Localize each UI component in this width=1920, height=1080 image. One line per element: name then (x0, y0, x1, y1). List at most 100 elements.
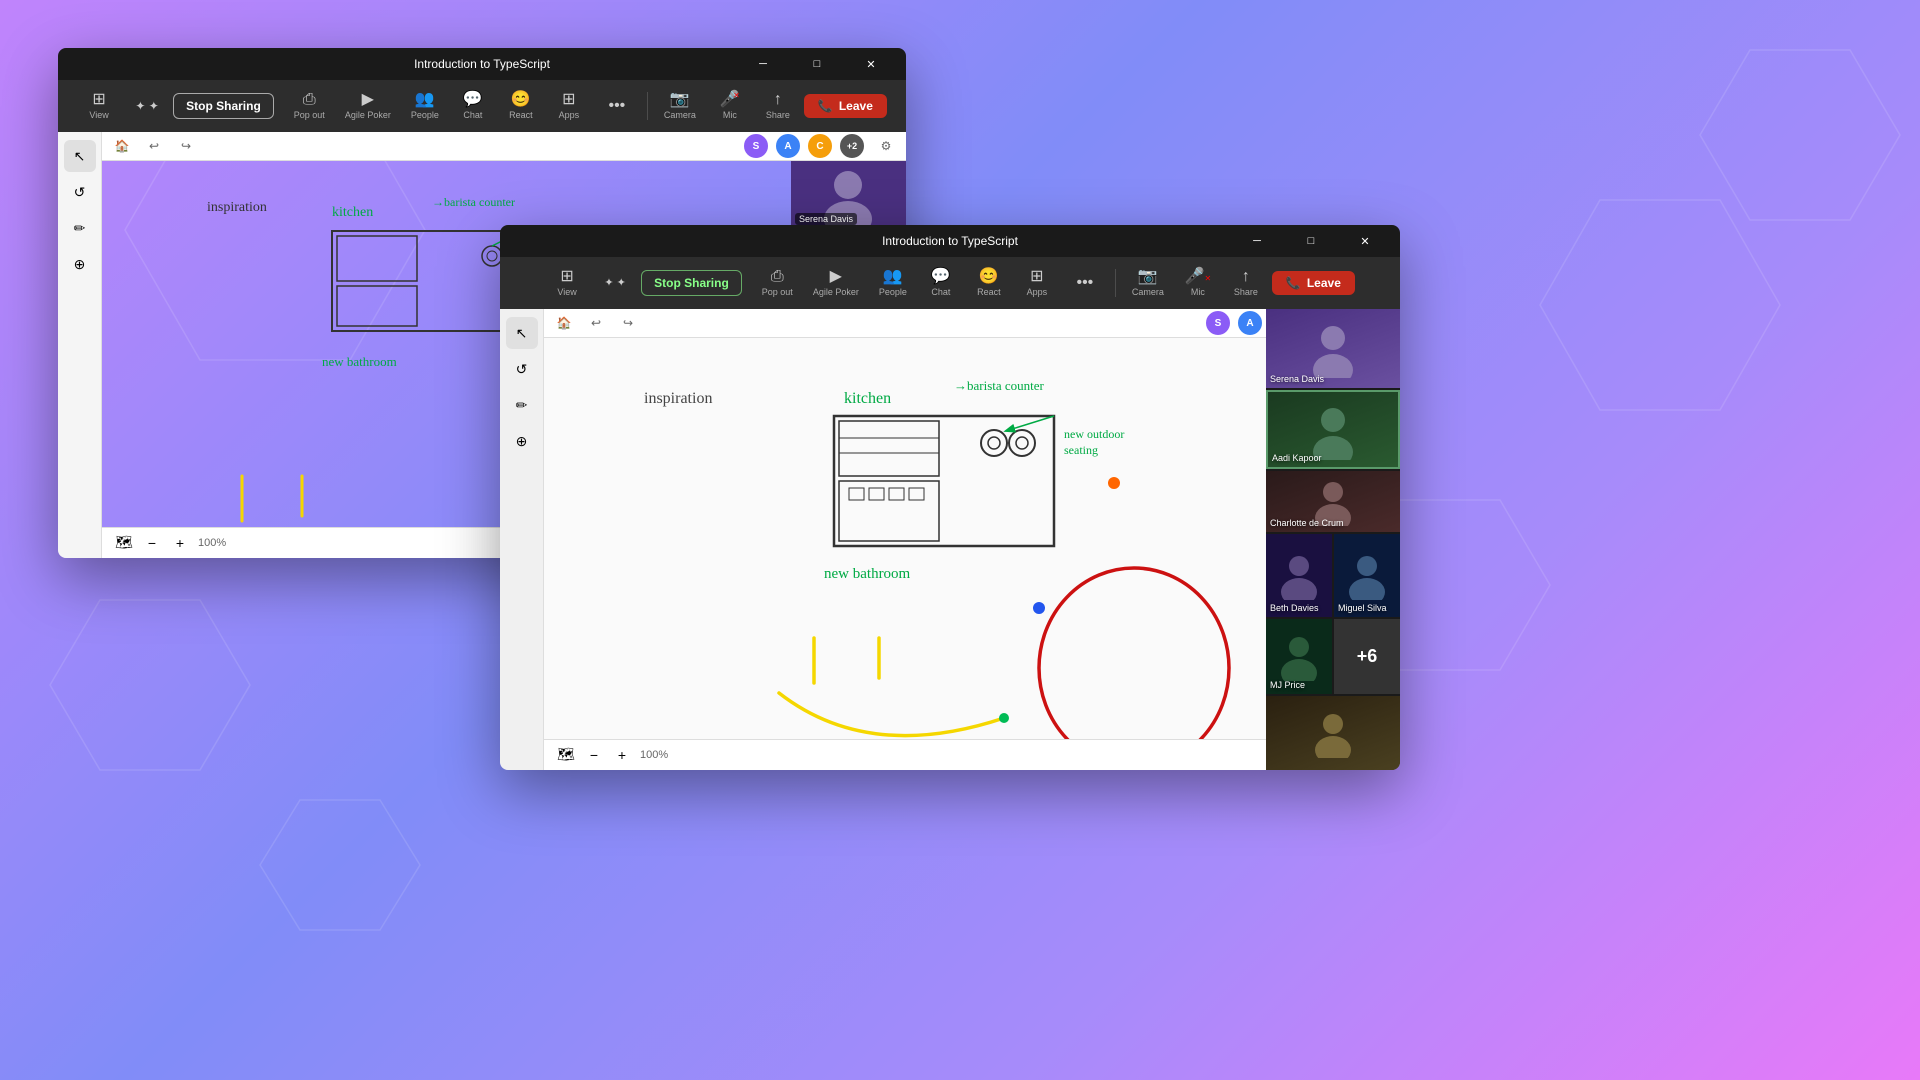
svg-text:new bathroom: new bathroom (322, 354, 397, 369)
cursor-btn-back[interactable]: ✦ ✦ (125, 96, 169, 116)
mj-more-row: MJ Price +6 (1266, 619, 1400, 693)
toolbar-back: ⊞ View ✦ ✦ Stop Sharing ⎙ Pop out ▶ Agil… (58, 80, 906, 132)
avatar3-back: C (806, 132, 834, 160)
mic-btn-back[interactable]: 🎤✕ Mic (708, 88, 752, 124)
zoom-level-front: 100% (640, 749, 668, 761)
drawings-front: inspiration kitchen →barista counter (544, 338, 1274, 739)
share-btn-front[interactable]: ↑ Share (1224, 265, 1268, 301)
zoom-out-btn-back[interactable]: − (142, 533, 162, 553)
name-aadi-front: Aadi Kapoor (1272, 453, 1322, 463)
video-name-serena-back: Serena Davis (795, 213, 857, 225)
shape-tool-back[interactable]: ⊕ (64, 248, 96, 280)
window-title-front: Introduction to TypeScript (882, 234, 1018, 248)
zoom-in-btn-back[interactable]: + (170, 533, 190, 553)
camera-btn-back[interactable]: 📷 Camera (656, 88, 704, 124)
titlebar-front: Introduction to TypeScript ─ □ ✕ (500, 225, 1400, 257)
more-participants: +6 (1334, 619, 1400, 693)
stop-sharing-btn-back[interactable]: Stop Sharing (173, 93, 274, 119)
avatar2-back: A (774, 132, 802, 160)
apps-btn-back[interactable]: ⊞ Apps (547, 88, 591, 124)
video-serena-back: Serena Davis (791, 161, 906, 229)
svg-text:inspiration: inspiration (644, 390, 712, 407)
more-btn-front[interactable]: ••• (1063, 271, 1107, 295)
participant-mj-front: MJ Price (1266, 619, 1332, 693)
participant-charlotte-front: Charlotte de Crum (1266, 471, 1400, 531)
more-btn-back[interactable]: ••• (595, 94, 639, 118)
home-nav-front[interactable]: 🏠 (552, 311, 576, 335)
avatar-row-back: S A C +2 (742, 132, 866, 160)
undo-tool-front[interactable]: ↺ (506, 353, 538, 385)
share-btn-back[interactable]: ↑ Share (756, 88, 800, 124)
minimize-btn-back[interactable]: ─ (740, 48, 786, 80)
titlebar-back: Introduction to TypeScript ─ □ ✕ (58, 48, 906, 80)
content-area-front: ↖ ↺ ✏ ⊕ 🏠 ↩ ↪ S A C +2 👥 ⚙ (500, 309, 1400, 770)
svg-text:new outdoor: new outdoor (1064, 427, 1124, 441)
avatar1-back: S (742, 132, 770, 160)
pop-out-btn-front[interactable]: ⎙ Pop out (754, 265, 801, 301)
people-btn-back[interactable]: 👥 People (403, 88, 447, 124)
mic-btn-front[interactable]: 🎤✕ Mic (1176, 265, 1220, 301)
svg-text:kitchen: kitchen (332, 205, 373, 220)
view-btn-back[interactable]: ⊞ View (77, 88, 121, 124)
settings-btn-back[interactable]: ⚙ (874, 134, 898, 158)
chat-btn-back[interactable]: 💬 Chat (451, 88, 495, 124)
agile-poker-btn-front[interactable]: ▶ Agile Poker (805, 265, 867, 301)
close-btn-back[interactable]: ✕ (848, 48, 894, 80)
back-nav-front[interactable]: ↩ (584, 311, 608, 335)
zoom-level-back: 100% (198, 537, 226, 549)
people-btn-front[interactable]: 👥 People (871, 265, 915, 301)
maximize-btn-front[interactable]: □ (1288, 225, 1334, 257)
stop-sharing-btn-front[interactable]: Stop Sharing (641, 270, 742, 296)
svg-text:kitchen: kitchen (844, 390, 891, 407)
forward-nav-front[interactable]: ↪ (616, 311, 640, 335)
back-nav-back[interactable]: ↩ (142, 134, 166, 158)
beth-miguel-row: Beth Davies Miguel Silva (1266, 534, 1400, 618)
camera-btn-front[interactable]: 📷 Camera (1124, 265, 1172, 301)
participant-serena-front: Serena Davis (1266, 309, 1400, 388)
leave-btn-back[interactable]: 📞 Leave (804, 94, 887, 118)
cursor-btn-front[interactable]: ✦ ✦ (593, 274, 637, 293)
name-beth-front: Beth Davies (1270, 603, 1319, 613)
avatar2-front: A (1236, 309, 1264, 337)
pop-out-btn-back[interactable]: ⎙ Pop out (286, 88, 333, 124)
minimize-btn-front[interactable]: ─ (1234, 225, 1280, 257)
map-btn-front[interactable]: 🗺 (556, 745, 576, 765)
name-miguel-front: Miguel Silva (1338, 603, 1387, 613)
home-nav-back[interactable]: 🏠 (110, 134, 134, 158)
participants-panel-front: Serena Davis Aadi Kapoor (1266, 309, 1400, 770)
pen-tool-front[interactable]: ✏ (506, 389, 538, 421)
tools-sidebar-front: ↖ ↺ ✏ ⊕ (500, 309, 544, 770)
name-charlotte-front: Charlotte de Crum (1270, 518, 1344, 528)
participant-aadi-front: Aadi Kapoor (1266, 390, 1400, 469)
svg-text:inspiration: inspiration (207, 200, 267, 215)
react-btn-front[interactable]: 😊 React (967, 265, 1011, 301)
participant-miguel-front: Miguel Silva (1334, 534, 1400, 618)
agile-poker-btn-back[interactable]: ▶ Agile Poker (337, 88, 399, 124)
chat-btn-front[interactable]: 💬 Chat (919, 265, 963, 301)
sep1-front (1115, 269, 1116, 297)
svg-text:→barista counter: →barista counter (432, 195, 515, 209)
view-btn-front[interactable]: ⊞ View (545, 265, 589, 301)
apps-btn-front[interactable]: ⊞ Apps (1015, 265, 1059, 301)
zoom-out-btn-front[interactable]: − (584, 745, 604, 765)
select-tool-back[interactable]: ↖ (64, 140, 96, 172)
participant-last-front (1266, 696, 1400, 770)
name-serena-front: Serena Davis (1270, 374, 1324, 384)
leave-btn-front[interactable]: 📞 Leave (1272, 271, 1355, 295)
window-title-back: Introduction to TypeScript (414, 57, 550, 71)
undo-tool-back[interactable]: ↺ (64, 176, 96, 208)
topbar-back: 🏠 ↩ ↪ S A C +2 ⚙ (102, 132, 906, 161)
pen-tool-back[interactable]: ✏ (64, 212, 96, 244)
maximize-btn-back[interactable]: □ (794, 48, 840, 80)
window-controls-back: ─ □ ✕ (740, 48, 894, 80)
select-tool-front[interactable]: ↖ (506, 317, 538, 349)
toolbar-front: ⊞ View ✦ ✦ Stop Sharing ⎙ Pop out ▶ Agil… (500, 257, 1400, 309)
close-btn-front[interactable]: ✕ (1342, 225, 1388, 257)
svg-text:seating: seating (1064, 443, 1098, 457)
map-btn-back[interactable]: 🗺 (114, 533, 134, 553)
zoom-in-btn-front[interactable]: + (612, 745, 632, 765)
react-btn-back[interactable]: 😊 React (499, 88, 543, 124)
forward-nav-back[interactable]: ↪ (174, 134, 198, 158)
svg-text:new bathroom: new bathroom (824, 566, 911, 582)
shape-tool-front[interactable]: ⊕ (506, 425, 538, 457)
